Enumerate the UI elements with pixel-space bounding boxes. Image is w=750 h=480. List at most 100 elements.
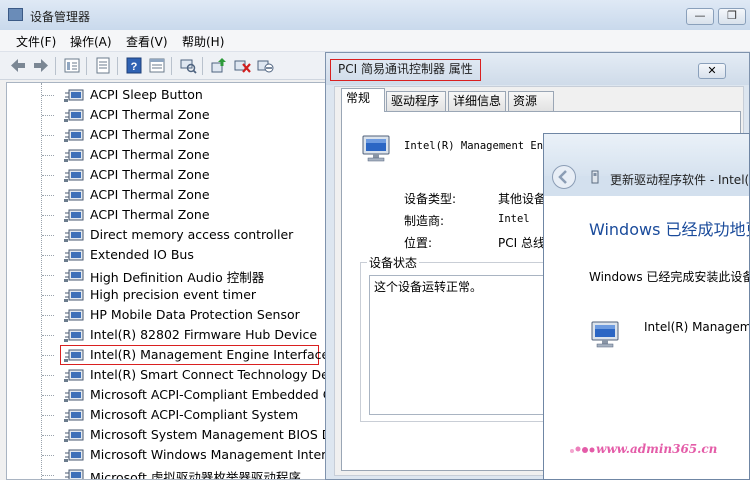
tree-item-label: High Definition Audio 控制器 bbox=[90, 270, 265, 285]
uninstall-icon[interactable] bbox=[233, 57, 251, 74]
back-button[interactable] bbox=[551, 164, 577, 190]
tree-item-label: Microsoft ACPI-Compliant Embedded Co bbox=[90, 387, 328, 402]
tree-item[interactable]: Microsoft ACPI-Compliant System bbox=[7, 405, 327, 425]
minimize-button[interactable]: — bbox=[686, 8, 714, 25]
update-driver-icon[interactable] bbox=[210, 57, 228, 74]
device-status-label: 设备状态 bbox=[367, 254, 420, 271]
tree-item[interactable]: ACPI Thermal Zone bbox=[7, 105, 327, 125]
device-icon bbox=[360, 134, 394, 164]
device-icon bbox=[63, 367, 85, 383]
tree-item[interactable]: Microsoft 虚拟驱动器枚举器驱动程序 bbox=[7, 465, 327, 480]
tree-view-icon[interactable] bbox=[63, 57, 81, 74]
tree-item[interactable]: Extended IO Bus bbox=[7, 245, 327, 265]
tree-item-label: Microsoft 虚拟驱动器枚举器驱动程序 bbox=[90, 470, 301, 480]
device-icon bbox=[63, 187, 85, 203]
tab-resources[interactable]: 资源 bbox=[508, 91, 554, 111]
tree-item-label: Intel(R) 82802 Firmware Hub Device bbox=[90, 327, 318, 342]
tree-item[interactable]: ACPI Thermal Zone bbox=[7, 145, 327, 165]
tree-item-label: ACPI Thermal Zone bbox=[90, 147, 210, 162]
properties-dialog-title: PCI 简易通讯控制器 属性 bbox=[330, 59, 481, 81]
watermark-logo-icon bbox=[570, 446, 595, 453]
manufacturer-label: 制造商: bbox=[404, 214, 445, 228]
menu-view[interactable]: 查看(V) bbox=[126, 33, 168, 50]
device-icon bbox=[63, 447, 85, 463]
properties-close-button[interactable]: ✕ bbox=[698, 63, 726, 79]
back-arrow-icon[interactable] bbox=[9, 57, 27, 74]
menu-action[interactable]: 操作(A) bbox=[70, 33, 112, 50]
updated-device-name: Intel(R) Manageme bbox=[644, 320, 750, 334]
device-manager-title-bar[interactable]: 设备管理器 — ❐ bbox=[0, 0, 750, 30]
device-icon bbox=[63, 127, 85, 143]
tree-item-label: ACPI Thermal Zone bbox=[90, 207, 210, 222]
driver-icon bbox=[591, 169, 599, 185]
device-icon bbox=[63, 387, 85, 403]
device-type-value: 其他设备 bbox=[498, 192, 547, 206]
tree-item-label: Microsoft Windows Management Interfa bbox=[90, 447, 328, 462]
location-label: 位置: bbox=[404, 236, 433, 250]
update-driver-dialog: 更新驱动程序软件 - Intel(R Windows 已经成功地更 Window… bbox=[543, 133, 750, 480]
device-tree[interactable]: ACPI Sleep Button ACPI Thermal Zone ACPI T… bbox=[6, 82, 328, 480]
tree-item-label: Intel(R) Management Engine Interface bbox=[90, 347, 328, 362]
help-icon[interactable]: ? bbox=[125, 57, 143, 74]
tree-item-label: ACPI Thermal Zone bbox=[90, 107, 210, 122]
device-icon bbox=[63, 107, 85, 123]
update-driver-title: 更新驱动程序软件 - Intel(R bbox=[610, 173, 750, 187]
device-icon bbox=[63, 467, 85, 479]
tree-item-label: ACPI Sleep Button bbox=[90, 87, 203, 102]
tree-item[interactable]: Microsoft System Management BIOS Dri bbox=[7, 425, 328, 445]
device-icon bbox=[63, 327, 85, 343]
tree-item[interactable]: High Definition Audio 控制器 bbox=[7, 265, 327, 285]
tree-item[interactable]: Microsoft ACPI-Compliant Embedded Co bbox=[7, 385, 328, 405]
tree-item-label: Intel(R) Smart Connect Technology Device bbox=[90, 367, 328, 382]
tree-item[interactable]: Intel(R) Management Engine Interface bbox=[7, 345, 328, 365]
location-value: PCI 总线 bbox=[498, 236, 545, 250]
tree-item-label: Microsoft System Management BIOS Dri bbox=[90, 427, 328, 442]
tree-item[interactable]: Intel(R) 82802 Firmware Hub Device bbox=[7, 325, 327, 345]
properties-title-bar[interactable]: PCI 简易通讯控制器 属性 ✕ bbox=[326, 53, 749, 85]
properties-icon[interactable] bbox=[94, 57, 112, 74]
tree-item[interactable]: ACPI Thermal Zone bbox=[7, 165, 327, 185]
device-icon bbox=[63, 167, 85, 183]
manufacturer-value: Intel bbox=[498, 213, 530, 225]
tree-item-label: ACPI Thermal Zone bbox=[90, 167, 210, 182]
tree-item-label: HP Mobile Data Protection Sensor bbox=[90, 307, 300, 322]
tab-details[interactable]: 详细信息 bbox=[448, 91, 506, 111]
device-icon bbox=[63, 147, 85, 163]
scan-hardware-icon[interactable] bbox=[179, 57, 197, 74]
watermark: www.admin365.cn bbox=[596, 442, 718, 456]
menu-help[interactable]: 帮助(H) bbox=[182, 33, 224, 50]
device-icon bbox=[63, 307, 85, 323]
menu-file[interactable]: 文件(F) bbox=[16, 33, 56, 50]
device-manager-app-icon bbox=[8, 8, 23, 21]
svg-text:?: ? bbox=[131, 61, 138, 73]
device-icon bbox=[63, 287, 85, 303]
tree-item[interactable]: HP Mobile Data Protection Sensor bbox=[7, 305, 327, 325]
list-view-icon[interactable] bbox=[148, 57, 166, 74]
tree-item[interactable]: Direct memory access controller bbox=[7, 225, 327, 245]
restore-button[interactable]: ❐ bbox=[718, 8, 746, 25]
tree-item-label: Microsoft ACPI-Compliant System bbox=[90, 407, 299, 422]
update-success-heading: Windows 已经成功地更 bbox=[589, 220, 750, 239]
tree-item[interactable]: ACPI Thermal Zone bbox=[7, 185, 327, 205]
device-icon bbox=[63, 427, 85, 443]
tree-item[interactable]: Microsoft Windows Management Interfa bbox=[7, 445, 328, 465]
tab-general[interactable]: 常规 bbox=[341, 88, 385, 112]
tree-item[interactable]: ACPI Sleep Button bbox=[7, 85, 327, 105]
tree-item-label: Direct memory access controller bbox=[90, 227, 294, 242]
device-icon bbox=[589, 320, 623, 350]
device-icon bbox=[63, 247, 85, 263]
device-type-label: 设备类型: bbox=[404, 192, 457, 206]
tree-item[interactable]: ACPI Thermal Zone bbox=[7, 125, 327, 145]
disable-icon[interactable] bbox=[256, 57, 274, 74]
tree-item[interactable]: ACPI Thermal Zone bbox=[7, 205, 327, 225]
update-driver-body: Windows 已经成功地更 Windows 已经完成安装此设备 Intel(R… bbox=[544, 196, 750, 479]
device-icon bbox=[63, 407, 85, 423]
forward-arrow-icon[interactable] bbox=[32, 57, 50, 74]
window-title: 设备管理器 bbox=[30, 10, 91, 24]
tree-item-label: High precision event timer bbox=[90, 287, 257, 302]
device-icon bbox=[63, 227, 85, 243]
device-icon bbox=[63, 347, 85, 363]
tree-item[interactable]: High precision event timer bbox=[7, 285, 327, 305]
tree-item[interactable]: Intel(R) Smart Connect Technology Device bbox=[7, 365, 328, 385]
tab-driver[interactable]: 驱动程序 bbox=[386, 91, 446, 111]
